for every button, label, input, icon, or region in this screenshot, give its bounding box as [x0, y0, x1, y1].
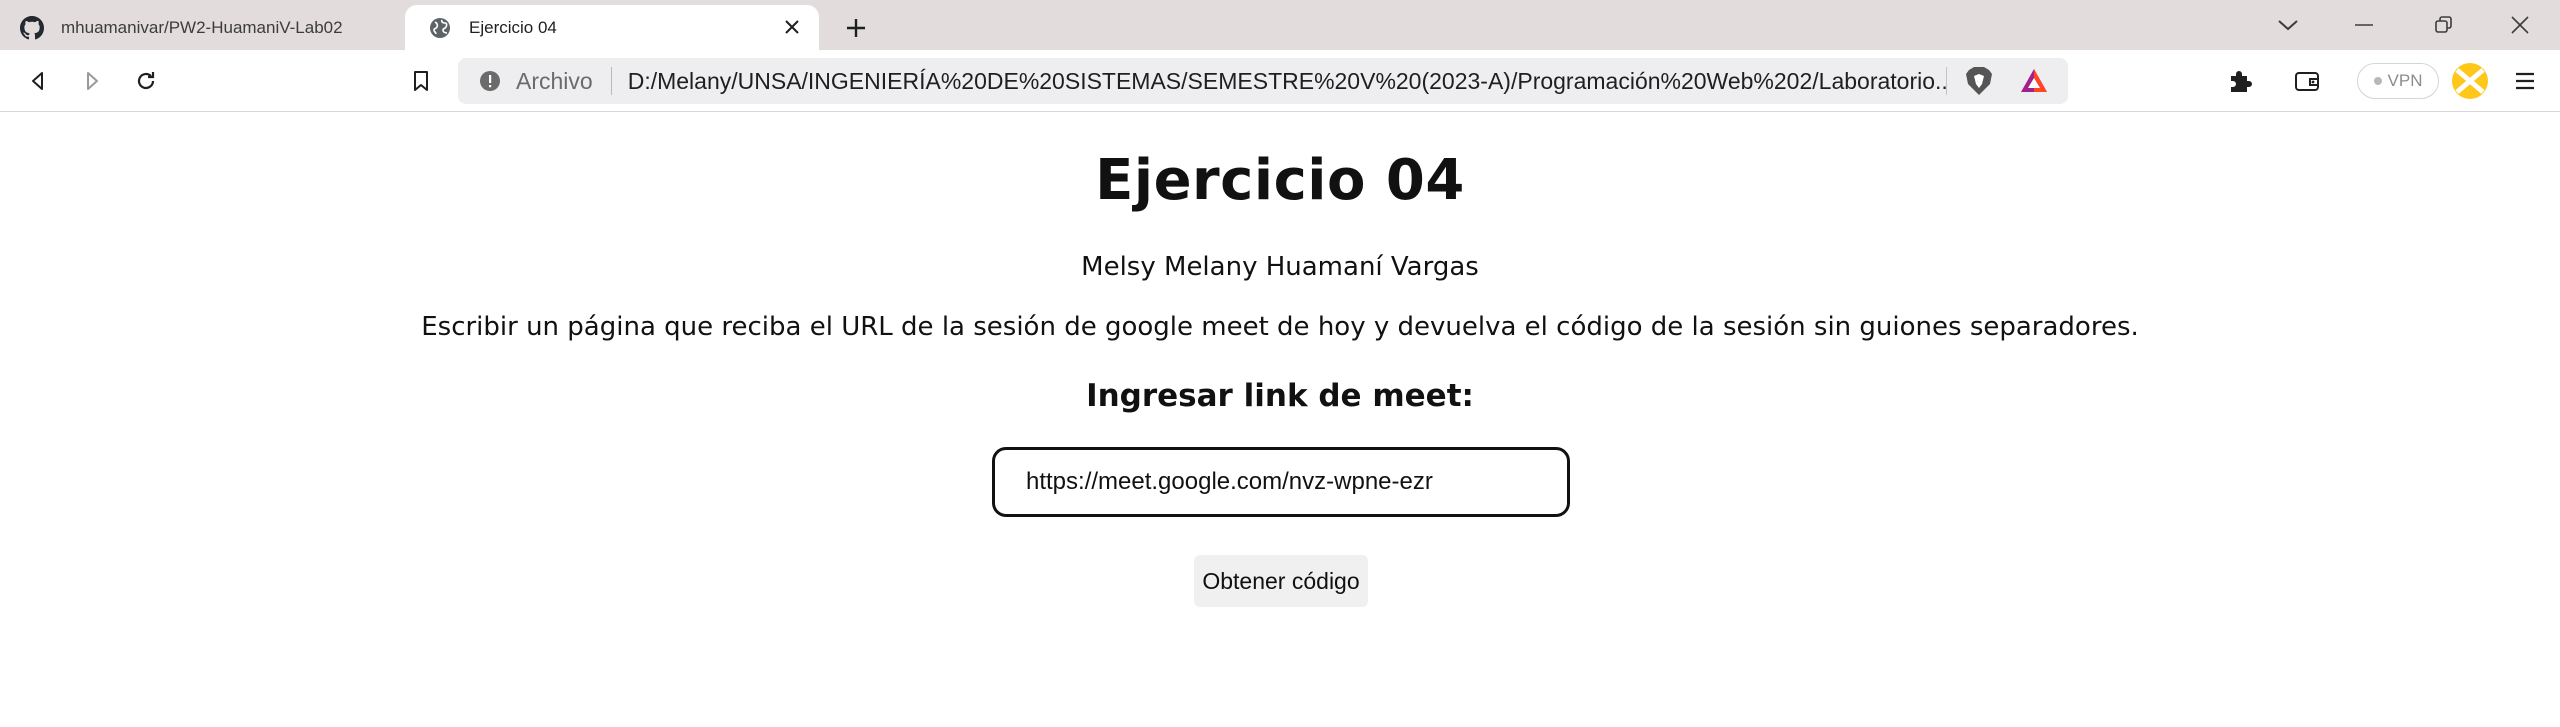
page-content: Ejercicio 04 Melsy Melany Huamaní Vargas…	[0, 112, 2560, 727]
author-name: Melsy Melany Huamaní Vargas	[1081, 252, 1479, 282]
tab-github-repo[interactable]: mhuamanivar/PW2-HuamaniV-Lab02	[0, 5, 405, 50]
url-text[interactable]: D:/Melany/UNSA/INGENIERÍA%20DE%20SISTEMA…	[628, 68, 1948, 95]
minimize-icon[interactable]	[2334, 4, 2394, 46]
restore-icon[interactable]	[2414, 4, 2474, 46]
browser-toolbar: Archivo D:/Melany/UNSA/INGENIERÍA%20DE%2…	[0, 50, 2560, 112]
new-tab-plus-icon[interactable]	[838, 10, 874, 46]
vpn-status-dot	[2373, 77, 2382, 85]
bookmark-icon[interactable]	[401, 61, 441, 101]
globe-icon	[427, 15, 453, 41]
vpn-button[interactable]: VPN	[2357, 63, 2439, 99]
vpn-label: VPN	[2387, 71, 2423, 90]
github-icon	[19, 15, 45, 41]
back-arrow-icon[interactable]	[18, 61, 58, 101]
scheme-label: Archivo	[516, 67, 593, 94]
address-divider	[1946, 67, 1947, 95]
tab-search-chevron-icon[interactable]	[2258, 4, 2318, 46]
info-icon[interactable]	[478, 69, 502, 93]
address-bar[interactable]: Archivo D:/Melany/UNSA/INGENIERÍA%20DE%2…	[458, 58, 2068, 104]
extensions-puzzle-icon[interactable]	[2220, 61, 2260, 101]
close-tab-icon[interactable]	[779, 14, 805, 40]
menu-hamburger-icon[interactable]	[2505, 61, 2545, 101]
get-code-button[interactable]: Obtener código	[1194, 555, 1368, 607]
close-window-icon[interactable]	[2490, 4, 2550, 46]
brave-rewards-icon[interactable]	[2018, 65, 2050, 97]
input-label: Ingresar link de meet:	[1086, 378, 1474, 414]
exercise-description: Escribir un página que reciba el URL de …	[421, 312, 2139, 342]
forward-arrow-icon[interactable]	[72, 61, 112, 101]
brave-shields-icon[interactable]	[1963, 65, 1995, 97]
address-divider	[610, 67, 612, 95]
tab-title: Ejercicio 04	[469, 17, 557, 37]
wallet-icon[interactable]	[2287, 61, 2327, 101]
tab-title: mhuamanivar/PW2-HuamaniV-Lab02	[61, 17, 343, 37]
meet-link-input[interactable]	[992, 447, 1570, 517]
tab-strip: mhuamanivar/PW2-HuamaniV-Lab02 Ejercicio…	[0, 0, 2560, 50]
reload-icon[interactable]	[126, 61, 166, 101]
tab-ejercicio-04[interactable]: Ejercicio 04	[405, 5, 819, 50]
page-title: Ejercicio 04	[1095, 148, 1465, 213]
profile-avatar[interactable]	[2450, 61, 2490, 101]
